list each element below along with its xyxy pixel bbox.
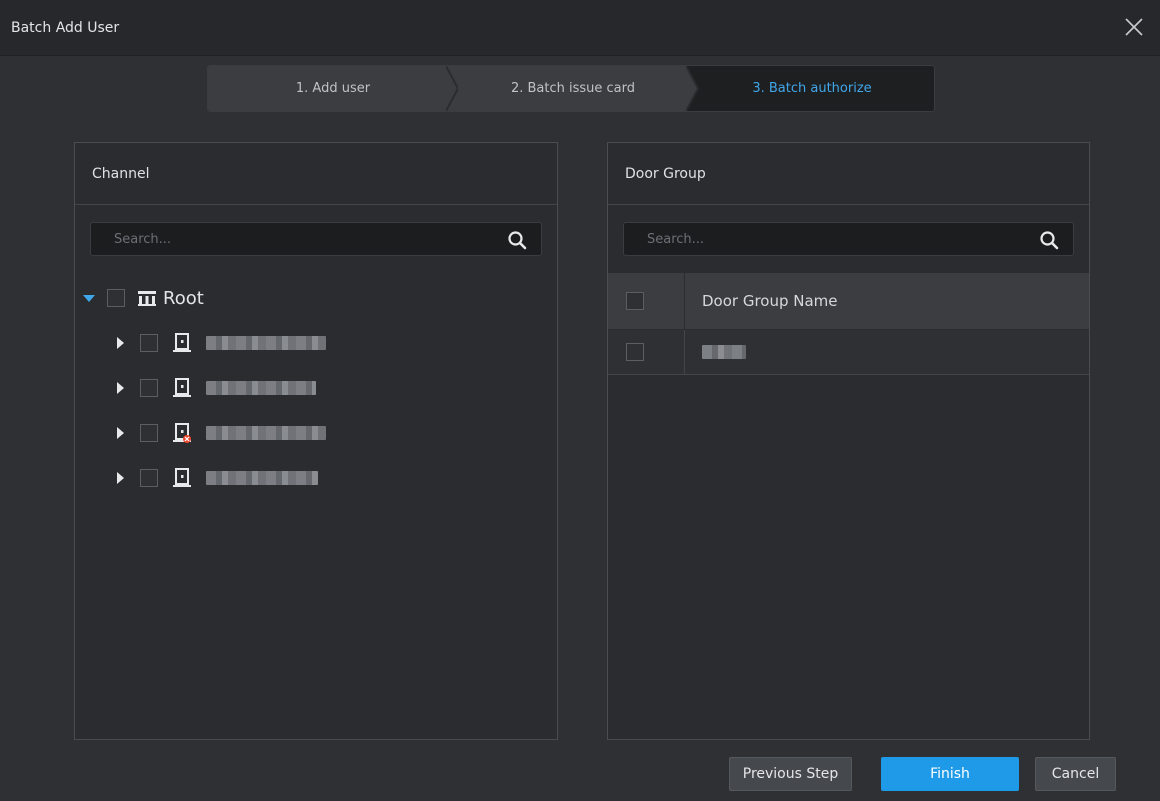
- tree-checkbox[interactable]: [140, 424, 158, 442]
- channel-search-input[interactable]: [91, 223, 541, 255]
- channel-panel: Channel Root: [74, 142, 558, 740]
- door-icon: [173, 468, 191, 487]
- column-divider: [684, 273, 685, 329]
- search-icon[interactable]: [1039, 230, 1059, 250]
- previous-step-button[interactable]: Previous Step: [729, 757, 852, 791]
- wizard-steps: 1. Add user 2. Batch issue card 3. Batch…: [207, 65, 935, 112]
- dialog-title: Batch Add User: [11, 20, 120, 36]
- step-batch-authorize-label: 3. Batch authorize: [752, 81, 872, 96]
- finish-button[interactable]: Finish: [881, 757, 1019, 791]
- tree-checkbox[interactable]: [140, 334, 158, 352]
- door-group-panel: Door Group Door Group Name: [607, 142, 1090, 740]
- cancel-button[interactable]: Cancel: [1035, 757, 1116, 791]
- tree-node-device[interactable]: [117, 418, 326, 448]
- tree-node-root-label: Root: [163, 287, 204, 309]
- device-name-redacted: [206, 471, 318, 485]
- row-checkbox[interactable]: [626, 343, 644, 361]
- step-batch-issue-card[interactable]: 2. Batch issue card: [458, 66, 688, 111]
- expand-toggle-icon[interactable]: [83, 294, 95, 302]
- close-button[interactable]: [1122, 15, 1146, 39]
- step-add-user-label: 1. Add user: [295, 81, 371, 96]
- expand-toggle-icon[interactable]: [117, 427, 124, 439]
- search-icon[interactable]: [507, 230, 527, 250]
- step-batch-issue-card-label: 2. Batch issue card: [510, 81, 636, 96]
- column-header-door-group-name[interactable]: Door Group Name: [702, 292, 838, 310]
- door-group-panel-header: Door Group: [608, 143, 1089, 205]
- table-row[interactable]: [608, 330, 1089, 375]
- door-group-table: Door Group Name: [608, 273, 1089, 375]
- tree-node-root: Root: [83, 283, 204, 313]
- channel-panel-header: Channel: [75, 143, 557, 205]
- door-icon: [173, 333, 191, 352]
- door-group-name-redacted: [702, 345, 746, 359]
- tree-node-device[interactable]: [117, 328, 326, 358]
- door-group-search-input[interactable]: [624, 223, 1073, 255]
- door-icon: [173, 378, 191, 397]
- device-name-redacted: [206, 381, 316, 395]
- table-header: Door Group Name: [608, 273, 1089, 330]
- expand-toggle-icon[interactable]: [117, 472, 124, 484]
- close-icon: [1125, 18, 1143, 36]
- dialog-title-bar: Batch Add User: [0, 0, 1160, 56]
- device-name-redacted: [206, 336, 326, 350]
- tree-node-device[interactable]: [117, 463, 318, 493]
- tree-checkbox[interactable]: [140, 379, 158, 397]
- door-group-search-box: [623, 222, 1074, 256]
- door-offline-icon: [173, 423, 191, 443]
- building-icon: [138, 291, 156, 306]
- step-add-user[interactable]: 1. Add user: [208, 66, 458, 111]
- expand-toggle-icon[interactable]: [117, 337, 124, 349]
- device-name-redacted: [206, 426, 326, 440]
- select-all-checkbox[interactable]: [626, 292, 644, 310]
- tree-node-device[interactable]: [117, 373, 316, 403]
- tree-checkbox-root[interactable]: [107, 289, 125, 307]
- expand-toggle-icon[interactable]: [117, 382, 124, 394]
- column-divider: [684, 330, 685, 374]
- tree-checkbox[interactable]: [140, 469, 158, 487]
- step-batch-authorize[interactable]: 3. Batch authorize: [688, 66, 934, 111]
- channel-search-box: [90, 222, 542, 256]
